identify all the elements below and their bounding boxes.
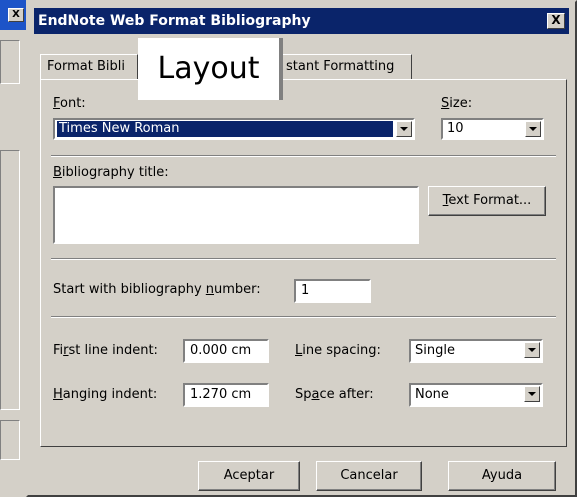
tab-layout[interactable]: Layout [138, 38, 283, 100]
background-panel [0, 150, 20, 410]
dialog-title: EndNote Web Format Bibliography [38, 13, 311, 29]
space-after-label: Space after: [295, 387, 374, 402]
space-after-select[interactable]: None [409, 383, 543, 407]
chevron-down-icon[interactable] [525, 121, 541, 137]
chevron-down-icon[interactable] [524, 386, 540, 402]
close-button[interactable]: X [547, 13, 565, 29]
line-spacing-select[interactable]: Single [409, 339, 543, 363]
hanging-indent-input[interactable]: 1.270 cm [183, 383, 269, 407]
background-panel [0, 420, 20, 460]
bibliography-title-input[interactable] [53, 186, 419, 244]
chevron-down-icon[interactable] [396, 121, 412, 137]
layout-tab-panel: Font: Times New Roman Size: 10 Bibliogra… [40, 79, 567, 447]
start-number-label: Start with bibliography number: [53, 282, 261, 297]
tab-format-bibliography[interactable]: Format Bibli [40, 54, 138, 80]
bibliography-title-label: Bibliography title: [53, 165, 169, 180]
size-label: Size: [441, 96, 473, 111]
dialog-titlebar: EndNote Web Format Bibliography X [34, 8, 569, 34]
space-after-value: None [415, 387, 449, 402]
background-window-titlebar: X [0, 0, 26, 30]
divider [51, 316, 556, 318]
accept-button[interactable]: Aceptar [198, 461, 300, 491]
first-line-indent-label: First line indent: [53, 343, 158, 358]
font-select[interactable]: Times New Roman [53, 118, 415, 140]
background-window: X [0, 0, 26, 497]
help-button[interactable]: Ayuda [448, 461, 556, 491]
line-spacing-value: Single [415, 343, 455, 358]
first-line-indent-input[interactable]: 0.000 cm [183, 339, 269, 363]
chevron-down-icon[interactable] [524, 342, 540, 358]
divider [51, 258, 556, 260]
hanging-indent-label: Hanging indent: [53, 387, 158, 402]
font-select-value: Times New Roman [57, 121, 393, 137]
start-number-input[interactable]: 1 [294, 279, 371, 303]
font-label: Font: [53, 96, 86, 111]
divider [51, 155, 556, 157]
background-close-button[interactable]: X [8, 8, 24, 22]
size-select-value: 10 [447, 121, 464, 136]
text-format-button[interactable]: Text Format... [428, 186, 546, 216]
background-panel [0, 40, 20, 84]
line-spacing-label: Line spacing: [295, 343, 381, 358]
tab-instant-formatting[interactable]: stant Formatting [282, 54, 412, 80]
size-select[interactable]: 10 [441, 118, 544, 140]
cancel-button[interactable]: Cancelar [316, 461, 422, 491]
format-bibliography-dialog: EndNote Web Format Bibliography X Format… [26, 0, 577, 497]
